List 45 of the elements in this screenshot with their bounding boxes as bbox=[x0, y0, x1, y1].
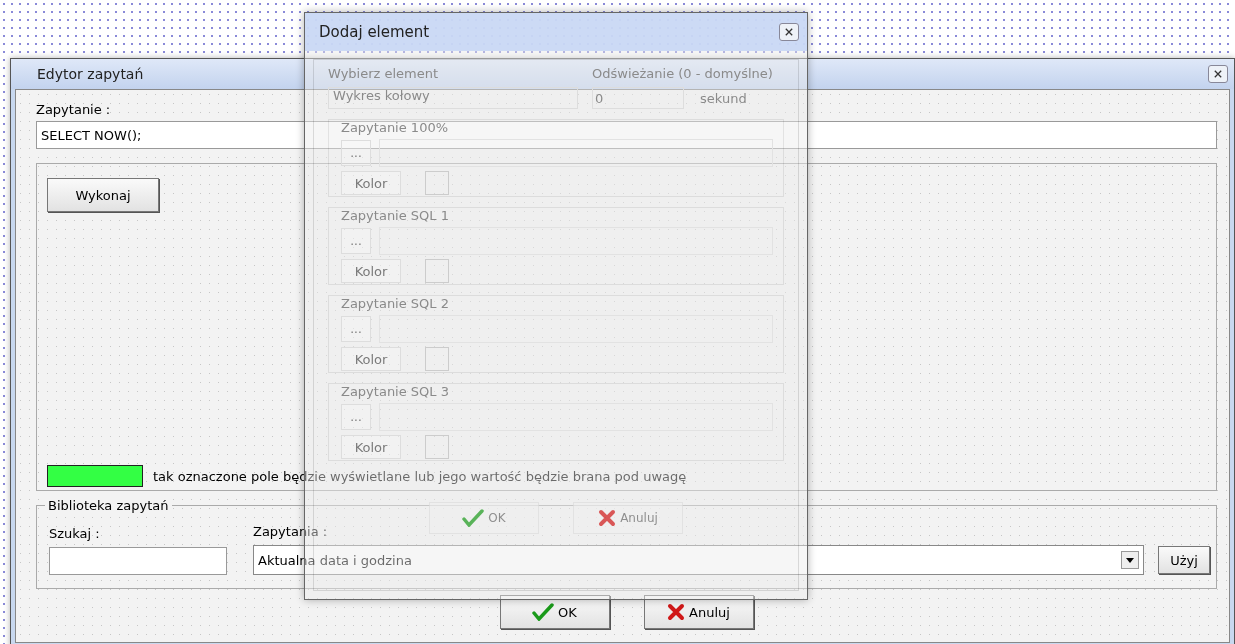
query-field[interactable] bbox=[379, 403, 773, 431]
ok-button[interactable]: OK bbox=[499, 595, 610, 629]
query-field[interactable] bbox=[379, 315, 773, 343]
group-title: Zapytanie SQL 3 bbox=[341, 384, 450, 399]
close-button[interactable] bbox=[779, 23, 799, 41]
color-preview bbox=[425, 259, 449, 283]
run-button[interactable]: Wykonaj bbox=[47, 178, 159, 212]
query-label: Zapytanie : bbox=[36, 102, 112, 117]
cancel-button[interactable]: Anuluj bbox=[573, 502, 683, 534]
color-preview bbox=[425, 171, 449, 195]
use-button[interactable]: Użyj bbox=[1158, 546, 1210, 574]
search-field[interactable] bbox=[49, 547, 227, 575]
color-button[interactable]: Kolor bbox=[341, 259, 401, 283]
unit-label: sekund bbox=[700, 90, 747, 106]
group-title: Zapytanie SQL 1 bbox=[341, 208, 450, 223]
ok-button[interactable]: OK bbox=[429, 502, 539, 534]
dialog-title: Dodaj element bbox=[319, 23, 430, 41]
close-icon bbox=[1214, 70, 1222, 78]
color-button[interactable]: Kolor bbox=[341, 347, 401, 371]
query-field[interactable] bbox=[379, 227, 773, 255]
browse-button[interactable]: ... bbox=[341, 316, 371, 342]
color-preview bbox=[425, 347, 449, 371]
refresh-input[interactable]: 0 bbox=[592, 87, 684, 109]
cross-icon bbox=[667, 603, 686, 621]
browse-button[interactable]: ... bbox=[341, 140, 371, 166]
color-preview bbox=[425, 435, 449, 459]
checkmark-icon bbox=[532, 603, 555, 621]
color-button[interactable]: Kolor bbox=[341, 435, 401, 459]
browse-button[interactable]: ... bbox=[341, 228, 371, 254]
refresh-label: Odświeżanie (0 - domyślne) bbox=[592, 66, 773, 81]
group-title: Zapytanie SQL 2 bbox=[341, 296, 450, 311]
cancel-button[interactable]: Anuluj bbox=[643, 595, 754, 629]
cross-icon bbox=[598, 509, 617, 527]
element-label: Wybierz element bbox=[328, 66, 440, 81]
close-button[interactable] bbox=[1208, 65, 1228, 83]
query-field[interactable] bbox=[379, 139, 773, 167]
window-title: Edytor zapytań bbox=[37, 66, 144, 82]
close-icon bbox=[785, 28, 793, 36]
search-label: Szukaj : bbox=[49, 526, 101, 541]
group-title: Zapytanie 100% bbox=[341, 120, 450, 135]
browse-button[interactable]: ... bbox=[341, 404, 371, 430]
checkmark-icon bbox=[462, 509, 485, 527]
group-title: Biblioteka zapytań bbox=[45, 498, 172, 513]
color-button[interactable]: Kolor bbox=[341, 171, 401, 195]
element-dropdown[interactable]: Wykres kołowy bbox=[328, 87, 578, 109]
